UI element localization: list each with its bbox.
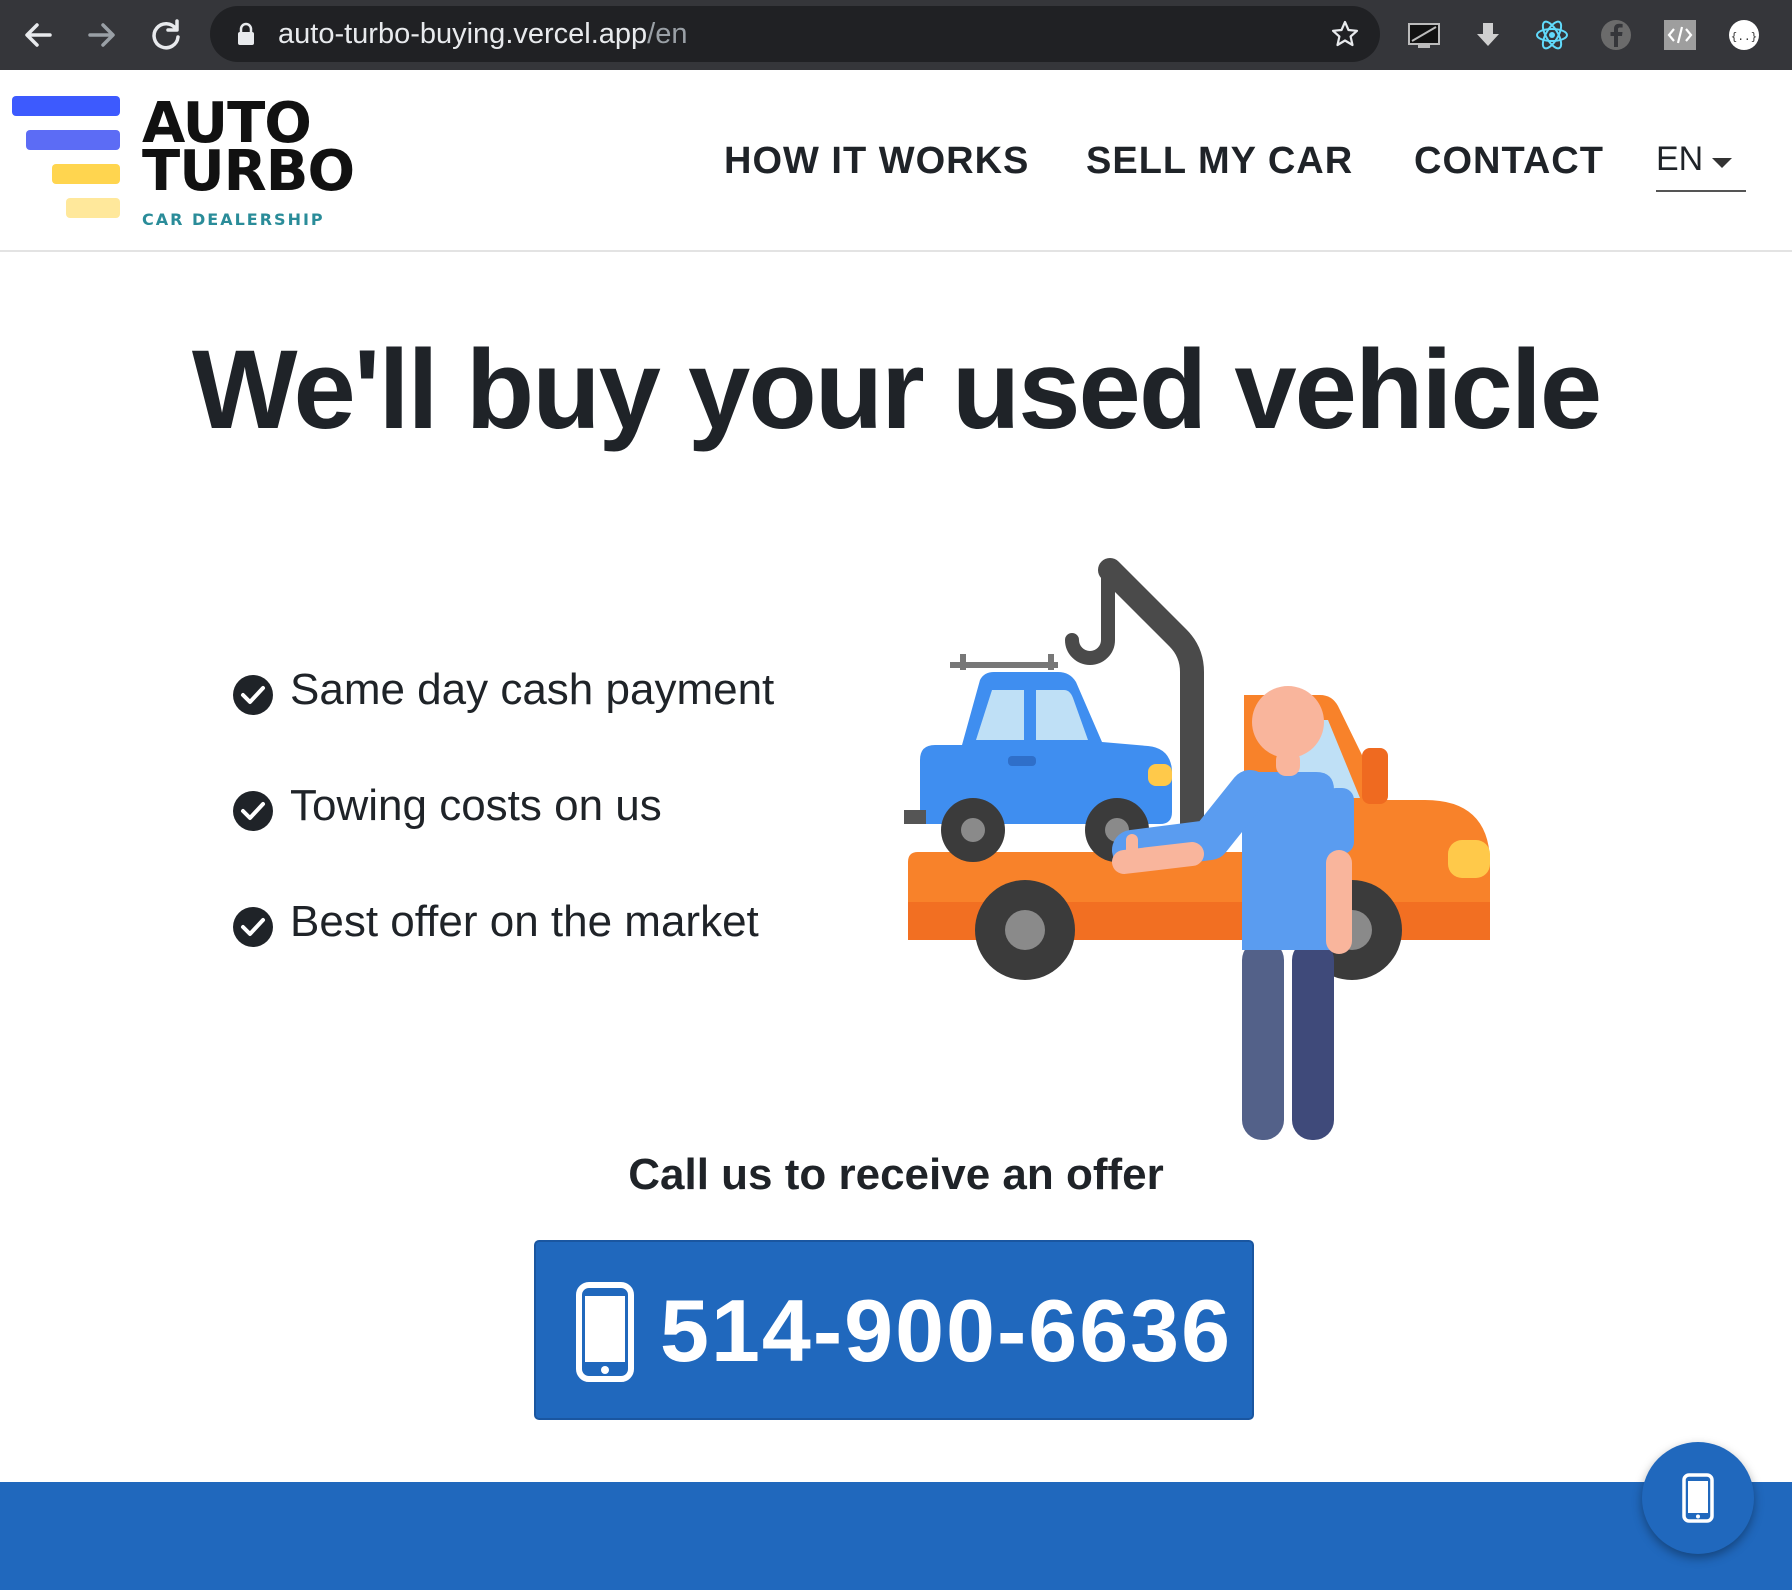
phone-number: 514-900-6636 <box>660 1281 1233 1380</box>
nav-contact[interactable]: CONTACT <box>1414 140 1604 183</box>
floating-call-button[interactable] <box>1642 1442 1754 1554</box>
feature-text: Same day cash payment <box>290 665 775 714</box>
chevron-down-icon <box>1712 158 1732 168</box>
car-roof-rack-post <box>1048 654 1054 670</box>
download-icon[interactable] <box>1470 17 1506 53</box>
check-circle-icon <box>233 675 273 715</box>
logo-subtitle: CAR DEALERSHIP <box>142 210 325 229</box>
logo-bar <box>52 164 120 184</box>
language-select[interactable]: EN <box>1656 138 1746 192</box>
back-button[interactable] <box>16 13 60 57</box>
language-value: EN <box>1656 140 1704 178</box>
svg-text:{..}: {..} <box>1731 30 1758 43</box>
feature-text: Towing costs on us <box>290 781 662 830</box>
cta-label: Call us to receive an offer <box>628 1150 1164 1199</box>
truck-headlight <box>1448 840 1490 878</box>
hero-title: We'll buy your used vehicle <box>191 327 1602 452</box>
feature-text: Best offer on the market <box>290 897 759 946</box>
check-circle-icon <box>233 791 273 831</box>
bookmark-star-icon[interactable] <box>1330 19 1360 49</box>
reload-button[interactable] <box>144 13 188 57</box>
browser-toolbar: auto-turbo-buying.vercel.app/en {..} <box>0 0 1792 70</box>
nav-sell-my-car[interactable]: SELL MY CAR <box>1086 140 1353 183</box>
forward-button[interactable] <box>80 13 124 57</box>
code-icon[interactable] <box>1662 17 1698 53</box>
crane-hook <box>1065 565 1115 665</box>
reload-icon <box>152 19 180 50</box>
address-bar[interactable]: auto-turbo-buying.vercel.app/en <box>210 6 1380 62</box>
logo-bar <box>12 96 120 116</box>
nav-how-it-works[interactable]: HOW IT WORKS <box>724 140 1029 183</box>
logo-bar <box>66 198 120 218</box>
man-head <box>1252 686 1324 758</box>
smartphone-icon <box>1682 1473 1714 1523</box>
car-hub <box>961 818 985 842</box>
car-bumper <box>904 810 926 824</box>
json-icon[interactable]: {..} <box>1726 17 1762 53</box>
url-text: auto-turbo-buying.vercel.app/en <box>278 19 688 49</box>
arrow-left-icon <box>25 23 52 47</box>
call-phone-button[interactable]: 514-900-6636 <box>534 1240 1254 1420</box>
tow-truck-illustration <box>904 558 1490 1140</box>
man-leg <box>1242 940 1284 1140</box>
man-thumb <box>1126 834 1138 856</box>
url-host: auto-turbo-buying.vercel.app <box>278 18 648 50</box>
footer-band <box>0 1482 1792 1590</box>
man-arm <box>1326 850 1352 954</box>
man-sleeve <box>1324 788 1354 854</box>
lock-icon <box>238 22 254 45</box>
logo-text-turbo: TURBO <box>142 139 355 204</box>
car-door-handle <box>1008 756 1036 766</box>
facebook-icon[interactable] <box>1598 17 1634 53</box>
truck-hub <box>1005 910 1045 950</box>
url-path: /en <box>647 18 688 50</box>
react-icon[interactable] <box>1534 17 1570 53</box>
site-header: AUTO TURBO CAR DEALERSHIP HOW IT WORKS S… <box>0 70 1792 252</box>
smartphone-icon <box>576 1282 634 1382</box>
car-roof-rack-bar <box>950 662 1058 668</box>
auto-turbo-logo[interactable]: AUTO TURBO CAR DEALERSHIP <box>12 88 372 229</box>
arrow-right-icon <box>88 23 115 47</box>
man-leg <box>1292 940 1334 1140</box>
screen-icon[interactable] <box>1406 17 1442 53</box>
car-taillight <box>1148 764 1172 786</box>
logo-bar <box>26 130 120 150</box>
car-roof-rack-post <box>960 654 966 670</box>
check-circle-icon <box>233 907 273 947</box>
truck-mirror <box>1362 748 1388 804</box>
